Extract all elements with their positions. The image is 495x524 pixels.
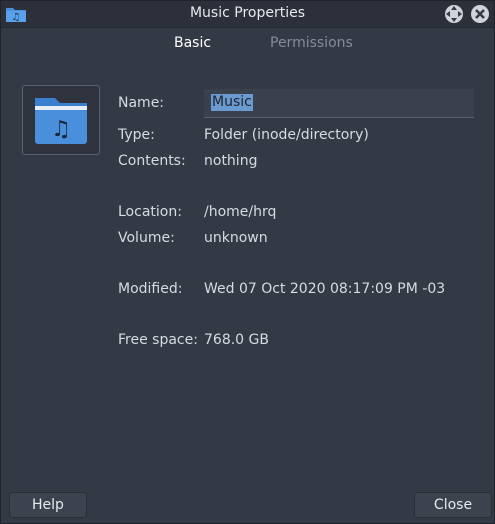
folder-icon-button[interactable]: ♫	[22, 85, 100, 155]
type-value: Folder (inode/directory)	[204, 127, 369, 143]
tab-permissions[interactable]: Permissions	[270, 35, 353, 51]
help-button[interactable]: Help	[9, 492, 87, 518]
svg-text:♫: ♫	[51, 117, 71, 142]
contents-label: Contents:	[118, 153, 186, 169]
tab-basic[interactable]: Basic	[174, 35, 211, 51]
free-space-value: 768.0 GB	[204, 332, 269, 348]
music-folder-large-icon: ♫	[35, 98, 87, 144]
type-label: Type:	[118, 127, 155, 143]
modified-label: Modified:	[118, 281, 183, 297]
modified-value: Wed 07 Oct 2020 08:17:09 PM -03	[204, 281, 446, 297]
tab-bar: Basic Permissions	[1, 35, 494, 55]
name-input[interactable]: Music	[204, 89, 474, 118]
location-value: /home/hrq	[204, 204, 277, 220]
window-title: Music Properties	[189, 5, 306, 21]
location-label: Location:	[118, 204, 182, 220]
titlebar[interactable]: ♫ Music Properties	[1, 1, 494, 28]
name-input-value: Music	[211, 94, 253, 111]
free-space-label: Free space:	[118, 332, 198, 348]
properties-window: ♫ Music Properties Basic Permissions ♫ N…	[0, 0, 495, 524]
name-label: Name:	[118, 95, 165, 111]
contents-value: nothing	[204, 153, 258, 169]
volume-label: Volume:	[118, 230, 175, 246]
move-icon[interactable]	[444, 4, 464, 24]
close-button[interactable]: Close	[414, 492, 492, 518]
close-icon[interactable]	[470, 4, 490, 24]
volume-value: unknown	[204, 230, 268, 246]
